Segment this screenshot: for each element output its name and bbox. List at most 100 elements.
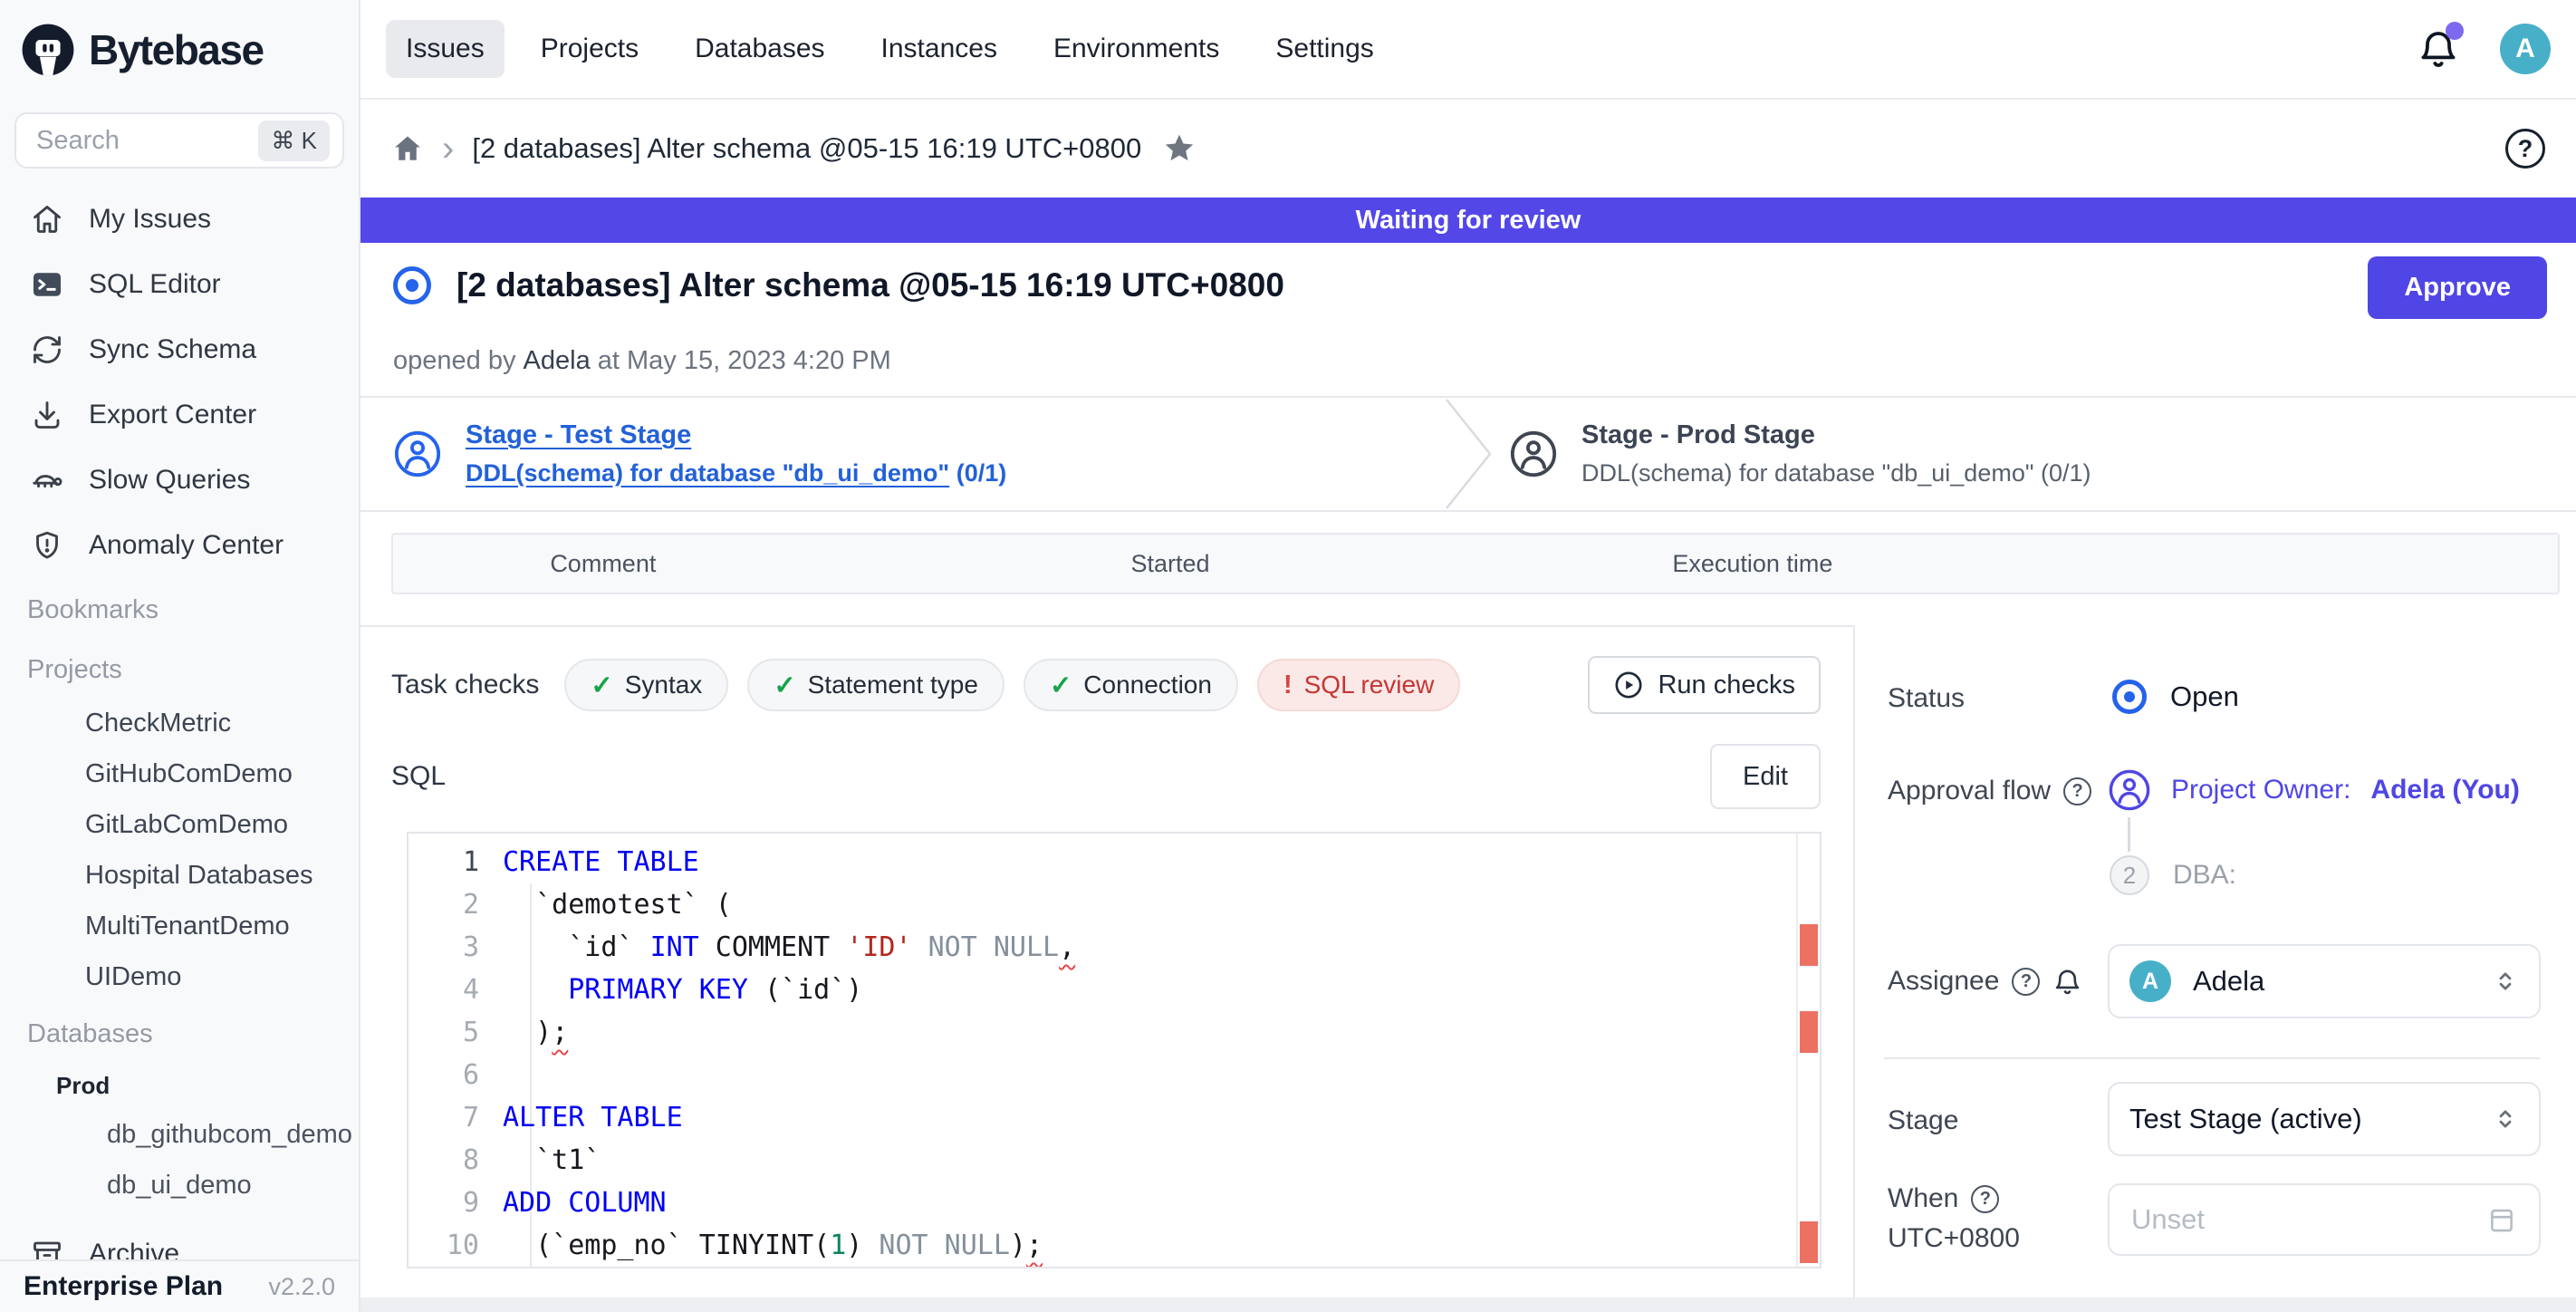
assignee-select[interactable]: A Adela [2108, 944, 2541, 1018]
when-help-icon[interactable]: ? [1971, 1185, 1999, 1213]
nav-tab-instances[interactable]: Instances [861, 20, 1017, 78]
stage-card-prod[interactable]: Stage - Prod Stage DDL(schema) for datab… [1509, 398, 2091, 510]
ruler-error-mark [1800, 924, 1818, 966]
issue-title: [2 databases] Alter schema @05-15 16:19 … [457, 266, 1284, 304]
check-pass-icon: ✓ [1050, 670, 1072, 701]
ruler-error-mark [1800, 1011, 1818, 1053]
task-checks-label: Task checks [391, 670, 539, 700]
sql-code-editor[interactable]: 12345678910 CREATE TABLE `demotest` ( `i… [407, 832, 1821, 1269]
approval-step-1: Project Owner: Adela (You) [2108, 768, 2520, 812]
sidebar-database-item[interactable]: db_ui_demo [0, 1160, 359, 1211]
sidebar-item-export-center[interactable]: Export Center [0, 382, 359, 448]
review-status-banner: Waiting for review [360, 198, 2576, 243]
sql-section-header: SQL Edit [391, 743, 1821, 810]
chevron-up-down-icon [2492, 968, 2519, 995]
line-number: 7 [409, 1096, 503, 1139]
sidebar-section-bookmarks[interactable]: Bookmarks [0, 582, 359, 638]
bookmark-star-icon[interactable] [1161, 130, 1197, 167]
sidebar-item-sql-editor[interactable]: SQL Editor [0, 252, 359, 317]
sidebar-project-item[interactable]: UIDemo [0, 951, 359, 1002]
stage-select[interactable]: Test Stage (active) [2108, 1082, 2541, 1156]
nav-tab-projects[interactable]: Projects [521, 20, 658, 78]
help-icon[interactable]: ? [2505, 129, 2545, 169]
sidebar-item-label: My Issues [89, 204, 211, 235]
breadcrumb: › [2 databases] Alter schema @05-15 16:1… [360, 100, 2576, 198]
check-pass-icon: ✓ [591, 670, 612, 701]
check-pill-syntax[interactable]: ✓ Syntax [564, 659, 728, 711]
sql-line: `t1` [503, 1139, 1783, 1182]
nav-tab-environments[interactable]: Environments [1033, 20, 1239, 78]
brand-logo[interactable]: Bytebase [0, 0, 359, 100]
nav-tab-settings[interactable]: Settings [1255, 20, 1393, 78]
approval-step-number: 2 [2110, 855, 2149, 895]
sql-line: ); [503, 1011, 1783, 1054]
sidebar-project-item[interactable]: CheckMetric [0, 698, 359, 748]
nav-tabs: Issues Projects Databases Instances Envi… [386, 20, 1394, 78]
turtle-icon [27, 463, 67, 497]
approval-help-icon[interactable]: ? [2063, 777, 2091, 806]
sidebar-footer: Enterprise Plan v2.2.0 [0, 1259, 359, 1312]
sql-line: `id` INT COMMENT 'ID' NOT NULL, [503, 926, 1783, 969]
when-timezone: UTC+0800 [1888, 1223, 2020, 1254]
breadcrumb-home-icon[interactable] [391, 132, 424, 165]
sidebar-item-sync-schema[interactable]: Sync Schema [0, 317, 359, 382]
assignee-label: Assignee ? [1888, 966, 2082, 997]
ruler-error-mark [1800, 1221, 1818, 1263]
sidebar-item-my-issues[interactable]: My Issues [0, 187, 359, 252]
sidebar-project-item[interactable]: MultiTenantDemo [0, 901, 359, 951]
run-checks-button[interactable]: Run checks [1588, 656, 1821, 714]
approve-button[interactable]: Approve [2368, 256, 2547, 319]
issue-author[interactable]: Adela [524, 346, 591, 375]
plan-label[interactable]: Enterprise Plan [24, 1271, 223, 1302]
banner-text: Waiting for review [1356, 206, 1581, 236]
column-header-comment: Comment [550, 535, 656, 593]
approval-role: Project Owner: [2171, 775, 2350, 806]
topbar-right: A [2417, 24, 2551, 74]
sidebar-project-item[interactable]: Hospital Databases [0, 850, 359, 901]
sidebar-item-slow-queries[interactable]: Slow Queries [0, 448, 359, 513]
sidebar-item-anomaly-center[interactable]: Anomaly Center [0, 513, 359, 578]
edit-sql-button[interactable]: Edit [1710, 744, 1821, 809]
breadcrumb-title: [2 databases] Alter schema @05-15 16:19 … [472, 132, 1141, 165]
when-datetime-input[interactable]: Unset [2108, 1183, 2541, 1256]
bytebase-logo-icon [20, 22, 76, 78]
sql-line [503, 1054, 1783, 1096]
notification-bell-icon[interactable] [2417, 27, 2460, 71]
stage-title-link[interactable]: Stage - Test Stage [466, 420, 1006, 450]
sidebar-project-item[interactable]: GitLabComDemo [0, 799, 359, 850]
nav-tab-issues[interactable]: Issues [386, 20, 505, 78]
terminal-icon [27, 268, 67, 301]
assignee-name: Adela [2193, 965, 2264, 998]
nav-tab-databases[interactable]: Databases [675, 20, 844, 78]
stage-task-count: (0/1) [2041, 459, 2091, 487]
stage-title: Stage - Prod Stage [1581, 420, 2091, 450]
approval-role: DBA: [2173, 860, 2236, 891]
stage-pipeline: Stage - Test Stage DDL(schema) for datab… [360, 396, 2576, 512]
check-pill-sql-review[interactable]: ! SQL review [1257, 659, 1460, 711]
column-header-execution-time: Execution time [1672, 535, 1832, 593]
sidebar-database-item[interactable]: db_githubcom_demo [0, 1109, 359, 1160]
check-pill-statement-type[interactable]: ✓ Statement type [747, 659, 1004, 711]
sidebar-section-projects: Projects [0, 642, 359, 698]
check-error-icon: ! [1283, 670, 1293, 700]
stage-card-test[interactable]: Stage - Test Stage DDL(schema) for datab… [393, 398, 1006, 510]
status-open-icon [2112, 680, 2147, 714]
sidebar-project-item[interactable]: GitHubComDemo [0, 748, 359, 799]
stage-task-link[interactable]: DDL(schema) for database "db_ui_demo" (0… [466, 459, 1006, 487]
stage-select-label: Stage [1888, 1105, 1958, 1136]
assignee-subscribe-bell-icon[interactable] [2052, 967, 2082, 997]
check-pill-connection[interactable]: ✓ Connection [1024, 659, 1238, 711]
shield-icon [27, 529, 67, 562]
sidebar-item-label: Slow Queries [89, 465, 250, 496]
user-avatar[interactable]: A [2500, 24, 2551, 74]
assignee-help-icon[interactable]: ? [2012, 968, 2040, 996]
opened-at-text: at May 15, 2023 4:20 PM [598, 346, 891, 375]
line-number: 6 [409, 1054, 503, 1096]
sidebar-db-environment-prod: Prod [0, 1062, 359, 1109]
stage-separator-chevron-icon [1444, 398, 1495, 510]
brand-name: Bytebase [89, 25, 264, 74]
stage-task-text: DDL(schema) for database "db_ui_demo" (0… [1581, 459, 2091, 487]
approval-approver[interactable]: Adela (You) [2370, 775, 2519, 806]
sidebar-item-label: Export Center [89, 400, 256, 430]
search-input[interactable]: Search ⌘ K [14, 112, 344, 169]
